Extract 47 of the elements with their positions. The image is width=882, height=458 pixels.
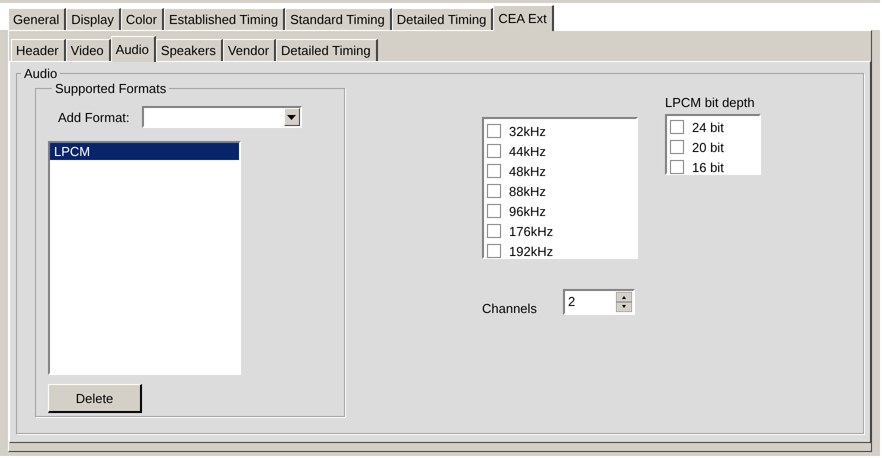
group-title: Supported Formats [54,81,168,96]
tab[interactable]: Established Timing [164,8,286,30]
tab[interactable]: Standard Timing [285,8,392,30]
checkbox-label: 48kHz [509,164,546,178]
dropdown-button[interactable] [284,108,300,126]
list-item[interactable]: LPCM [50,143,239,160]
caret-icon [287,114,296,120]
checkbox[interactable] [670,120,684,134]
checkbox-label: 176kHz [509,224,554,238]
checkbox-label: 44kHz [509,144,546,158]
tab[interactable]: Color [120,8,164,30]
checkbox[interactable] [487,144,501,158]
checkbox-label: 88kHz [509,184,546,198]
checkbox[interactable] [487,244,501,258]
tab[interactable]: Video [66,39,111,61]
checkbox[interactable] [487,164,501,178]
delete-button[interactable]: Delete [48,384,142,413]
checkbox-label: 192kHz [509,244,554,258]
tab[interactable]: Speakers [156,39,223,61]
checkbox[interactable] [487,204,501,218]
checkbox-label: 32kHz [509,124,546,138]
tab[interactable]: Detailed Timing [392,8,494,30]
checkbox-label: 20 bit [692,140,724,154]
down-arrow-icon[interactable] [616,302,632,312]
field-label: Add Format: [58,110,130,124]
checkbox[interactable] [487,224,501,238]
tab[interactable]: Header [11,39,66,61]
list-box[interactable]: LPCM [48,141,241,375]
up-arrow-icon[interactable] [616,292,632,302]
checkbox-label: 24 bit [692,120,724,134]
group-title: Audio [23,66,58,81]
spin-box[interactable]: 2 [562,288,635,314]
checkbox[interactable] [487,124,501,138]
checkbox[interactable] [670,160,684,174]
checkbox[interactable] [670,140,684,154]
tab[interactable]: Detailed Timing [276,39,378,61]
tab[interactable]: Vendor [222,39,276,61]
tab[interactable]: CEA Ext [493,5,554,31]
field-label: LPCM bit depth [665,95,756,110]
tab[interactable]: Display [66,8,121,30]
checkbox-label: 16 bit [692,160,724,174]
dropdown[interactable] [142,106,302,128]
tab[interactable]: Audio [110,36,156,62]
field-label: Channels [482,301,537,316]
checkbox[interactable] [487,184,501,198]
tab[interactable]: General [8,8,66,30]
checkbox-label: 96kHz [509,204,546,218]
